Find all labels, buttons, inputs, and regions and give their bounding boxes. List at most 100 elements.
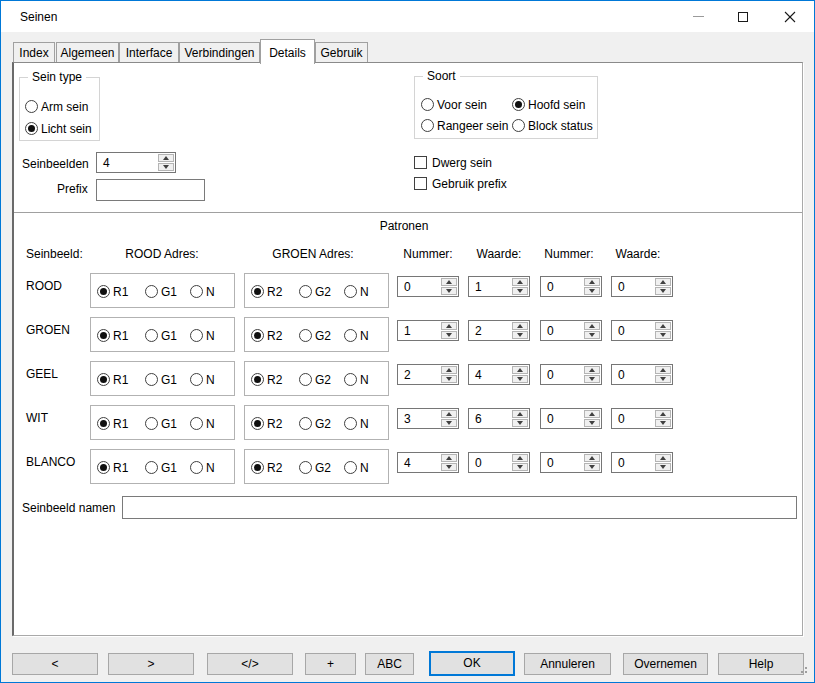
spin-up-button[interactable] (158, 154, 174, 162)
apply-button[interactable]: Overnemen (623, 653, 708, 675)
spin-up-button[interactable] (584, 454, 600, 462)
geel-waarde-2-spinner[interactable]: 0 (611, 364, 673, 385)
geel-r2-radio[interactable] (251, 373, 264, 386)
resize-grip[interactable] (805, 667, 807, 669)
licht-sein-radio[interactable] (25, 122, 38, 135)
code-button[interactable]: </> (207, 653, 293, 675)
wit-waarde-1-spinner[interactable]: 6 (468, 408, 530, 429)
tab-gebruik[interactable]: Gebruik (315, 42, 368, 63)
spin-down-button[interactable] (441, 463, 457, 471)
wit-n-radio[interactable] (344, 417, 357, 430)
spin-down-button[interactable] (584, 331, 600, 339)
spin-up-button[interactable] (441, 410, 457, 418)
spin-up-button[interactable] (584, 278, 600, 286)
geel-g1-radio[interactable] (145, 373, 158, 386)
groen-r1-radio[interactable] (97, 329, 110, 342)
tab-details[interactable]: Details (260, 39, 315, 64)
spin-up-button[interactable] (512, 410, 528, 418)
blanco-r1-radio[interactable] (97, 461, 110, 474)
spin-down-button[interactable] (441, 375, 457, 383)
blanco-n-radio[interactable] (344, 461, 357, 474)
blanco-nummer-2-spinner[interactable]: 0 (540, 452, 602, 473)
spin-up-button[interactable] (655, 454, 671, 462)
ok-button[interactable]: OK (429, 651, 515, 676)
spin-down-button[interactable] (512, 287, 528, 295)
spin-up-button[interactable] (655, 410, 671, 418)
blanco-nummer-1-spinner[interactable]: 4 (397, 452, 459, 473)
prefix-input[interactable] (96, 179, 205, 201)
rood-n-radio[interactable] (344, 285, 357, 298)
maximize-icon[interactable] (738, 12, 748, 22)
spin-down-button[interactable] (158, 163, 174, 171)
spin-down-button[interactable] (441, 287, 457, 295)
spin-up-button[interactable] (512, 454, 528, 462)
wit-n-radio[interactable] (190, 417, 203, 430)
spin-down-button[interactable] (441, 419, 457, 427)
geel-n-radio[interactable] (190, 373, 203, 386)
spin-down-button[interactable] (655, 419, 671, 427)
resize-grip[interactable] (805, 671, 807, 673)
wit-g2-radio[interactable] (299, 417, 312, 430)
blanco-waarde-1-spinner[interactable]: 0 (468, 452, 530, 473)
spin-down-button[interactable] (512, 375, 528, 383)
spin-down-button[interactable] (584, 287, 600, 295)
spin-up-button[interactable] (441, 278, 457, 286)
spin-down-button[interactable] (441, 331, 457, 339)
tab-verbindingen[interactable]: Verbindingen (179, 42, 260, 63)
groen-waarde-1-spinner[interactable]: 2 (468, 320, 530, 341)
blanco-n-radio[interactable] (190, 461, 203, 474)
spin-up-button[interactable] (441, 366, 457, 374)
previous-button[interactable]: < (12, 653, 98, 675)
groen-nummer-2-spinner[interactable]: 0 (540, 320, 602, 341)
spin-up-button[interactable] (584, 366, 600, 374)
rood-g2-radio[interactable] (299, 285, 312, 298)
spin-down-button[interactable] (584, 419, 600, 427)
rood-waarde-1-spinner[interactable]: 1 (468, 276, 530, 297)
geel-nummer-1-spinner[interactable]: 2 (397, 364, 459, 385)
spin-down-button[interactable] (655, 463, 671, 471)
next-button[interactable]: > (108, 653, 194, 675)
minimize-icon[interactable] (693, 16, 704, 17)
spin-down-button[interactable] (584, 463, 600, 471)
tab-index[interactable]: Index (13, 42, 55, 63)
spin-down-button[interactable] (655, 287, 671, 295)
spin-down-button[interactable] (512, 419, 528, 427)
spin-up-button[interactable] (584, 322, 600, 330)
spin-up-button[interactable] (512, 322, 528, 330)
groen-g2-radio[interactable] (299, 329, 312, 342)
rood-g1-radio[interactable] (145, 285, 158, 298)
geel-g2-radio[interactable] (299, 373, 312, 386)
rood-nummer-1-spinner[interactable]: 0 (397, 276, 459, 297)
wit-nummer-2-spinner[interactable]: 0 (540, 408, 602, 429)
dwerg-sein-checkbox[interactable] (414, 156, 427, 169)
spin-down-button[interactable] (512, 463, 528, 471)
voor-sein-radio[interactable] (421, 98, 434, 111)
rood-n-radio[interactable] (190, 285, 203, 298)
spin-up-button[interactable] (655, 278, 671, 286)
groen-r2-radio[interactable] (251, 329, 264, 342)
tab-interface[interactable]: Interface (119, 42, 179, 63)
tab-algemeen[interactable]: Algemeen (56, 42, 119, 63)
arm-sein-radio[interactable] (25, 100, 38, 113)
spin-up-button[interactable] (655, 322, 671, 330)
spin-down-button[interactable] (584, 375, 600, 383)
spin-down-button[interactable] (655, 331, 671, 339)
help-button[interactable]: Help (718, 653, 804, 675)
plus-button[interactable]: + (305, 653, 356, 675)
blanco-r2-radio[interactable] (251, 461, 264, 474)
blanco-g1-radio[interactable] (145, 461, 158, 474)
block-status-radio[interactable] (512, 119, 525, 132)
geel-r1-radio[interactable] (97, 373, 110, 386)
spin-up-button[interactable] (512, 366, 528, 374)
hoofd-sein-radio[interactable] (512, 98, 525, 111)
groen-waarde-2-spinner[interactable]: 0 (611, 320, 673, 341)
groen-nummer-1-spinner[interactable]: 1 (397, 320, 459, 341)
close-icon[interactable] (784, 11, 796, 23)
wit-nummer-1-spinner[interactable]: 3 (397, 408, 459, 429)
rood-r1-radio[interactable] (97, 285, 110, 298)
wit-r1-radio[interactable] (97, 417, 110, 430)
groen-n-radio[interactable] (190, 329, 203, 342)
rood-nummer-2-spinner[interactable]: 0 (540, 276, 602, 297)
seinbeeld-namen-input[interactable] (122, 496, 797, 519)
seinbeelden-spinner[interactable]: 4 (96, 152, 176, 173)
